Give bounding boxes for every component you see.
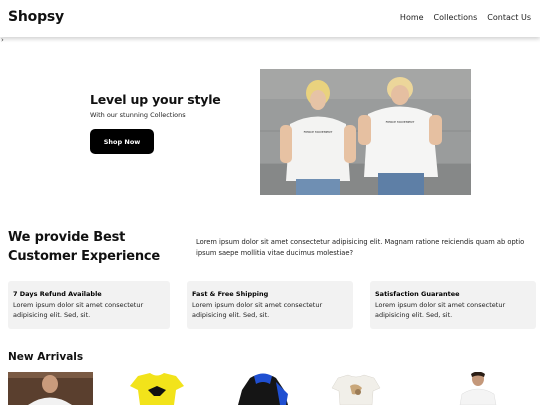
feature-card-refund: 7 Days Refund Available Lorem ipsum dolo… xyxy=(8,281,170,329)
feature-text: Lorem ipsum dolor sit amet consectetur a… xyxy=(13,301,144,319)
nav-link-contact-us[interactable]: Contact Us xyxy=(487,13,531,22)
white-tshirt-model-icon xyxy=(459,372,497,405)
product-card[interactable] xyxy=(8,372,93,405)
feature-card-shipping: Fast & Free Shipping Lorem ipsum dolor s… xyxy=(187,281,353,329)
left-shirt-print-text: FIERCE MOVEMENT xyxy=(304,130,333,134)
feature-title: 7 Days Refund Available xyxy=(13,290,102,298)
yellow-tshirt-icon xyxy=(130,373,184,405)
about-title-line-2: Customer Experience xyxy=(8,249,161,264)
brand-logo[interactable]: Shopsy xyxy=(8,9,64,25)
nav-link-home[interactable]: Home xyxy=(400,13,424,22)
printed-white-tshirt-icon xyxy=(331,374,381,405)
new-arrivals-title: New Arrivals xyxy=(8,351,84,363)
feature-text: Lorem ipsum dolor sit amet consectetur a… xyxy=(192,301,323,319)
product-card[interactable] xyxy=(232,372,294,405)
right-shirt-print-text: FIERCE MOVEMENT xyxy=(386,120,415,124)
about-description: Lorem ipsum dolor sit amet consectetur a… xyxy=(196,238,525,257)
shop-now-button[interactable]: Shop Now xyxy=(90,129,154,154)
stray-chevron-glyph: › xyxy=(1,36,4,44)
nav-links: Home Collections Contact Us xyxy=(400,13,531,22)
hero-title: Level up your style xyxy=(90,92,221,107)
feature-title: Fast & Free Shipping xyxy=(192,290,269,298)
feature-text: Lorem ipsum dolor sit amet consectetur a… xyxy=(375,301,506,319)
navbar: Shopsy Home Collections Contact Us xyxy=(0,0,540,37)
about-title: We provide Best Customer Experience xyxy=(8,228,178,266)
hero-photo-illustration: FIERCE MOVEMENT FIERCE MOVEMENT xyxy=(260,69,471,195)
product-card[interactable] xyxy=(126,372,188,405)
product-card[interactable] xyxy=(452,372,502,405)
about-title-line-1: We provide Best xyxy=(8,230,126,245)
model-photo-icon xyxy=(8,372,93,405)
hero-image: FIERCE MOVEMENT FIERCE MOVEMENT xyxy=(260,69,471,195)
hero-subtitle: With our stunning Collections xyxy=(90,111,186,119)
product-card[interactable] xyxy=(330,372,382,405)
feature-title: Satisfaction Guarantee xyxy=(375,290,460,298)
feature-card-satisfaction: Satisfaction Guarantee Lorem ipsum dolor… xyxy=(370,281,536,329)
nav-link-collections[interactable]: Collections xyxy=(434,13,478,22)
black-blue-hoodie-icon xyxy=(238,373,288,405)
